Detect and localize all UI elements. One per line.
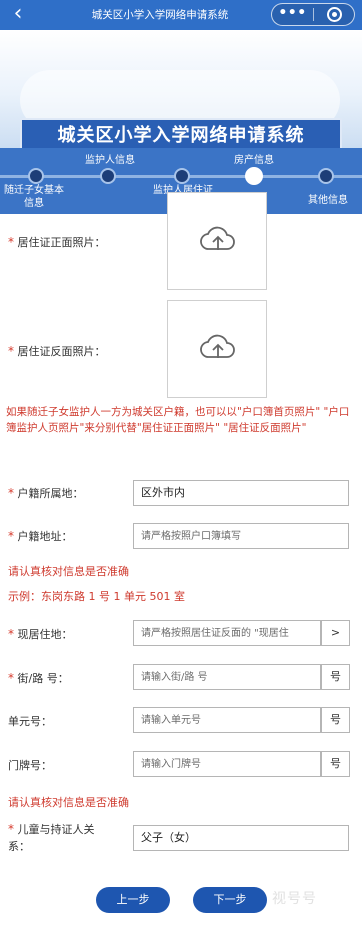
street-input[interactable]	[133, 664, 321, 690]
address-example: 示例：东岗东路 1 号 1 单元 501 室	[8, 590, 185, 603]
step-dot-basic-info	[28, 168, 44, 184]
next-step-button[interactable]: 下一步	[193, 887, 267, 913]
required-marker: *	[8, 822, 14, 836]
close-target-icon[interactable]	[327, 7, 342, 22]
cloud-upload-icon	[200, 226, 235, 250]
required-marker: *	[8, 529, 14, 543]
step-dot-guardian-info	[100, 168, 116, 184]
unit-input[interactable]	[133, 707, 321, 733]
mini-program-capsule: •••	[271, 3, 355, 26]
more-menu-button[interactable]: •••	[272, 4, 313, 25]
residence-back-label: * 居住证反面照片：	[8, 344, 106, 358]
step-dot-other-info	[318, 168, 334, 184]
hukou-substitute-notice: 如果随迁子女监护人一方为城关区户籍，也可以以"户口簿首页照片" "户口簿监护人页…	[6, 406, 350, 434]
step-label-other-info: 其他信息	[308, 195, 348, 206]
residence-front-upload[interactable]	[167, 192, 267, 290]
unit-label: 单元号：	[8, 715, 52, 728]
system-title-banner: 城关区小学入学网络申请系统	[20, 118, 342, 152]
step-dot-residence-permit	[174, 168, 190, 184]
window-title: 城关区小学入学网络申请系统	[91, 9, 229, 21]
step-label-basic-info: 随迁子女基本 信息	[4, 185, 64, 209]
required-marker: *	[8, 671, 14, 685]
residence-back-upload[interactable]	[167, 300, 267, 398]
top-navigation-bar: ‹ 城关区小学入学网络申请系统 •••	[0, 0, 362, 30]
relation-select[interactable]: 父子（女）	[133, 825, 349, 851]
capsule-divider	[313, 8, 314, 21]
step-label-guardian-info: 监护人信息	[85, 155, 135, 166]
hukou-location-label: * 户籍所属地：	[8, 486, 84, 500]
current-address-input[interactable]	[133, 620, 321, 646]
door-label: 门牌号：	[8, 759, 52, 772]
verify-hint-second: 请认真核对信息是否准确	[8, 796, 129, 809]
verify-hint: 请认真核对信息是否准确	[8, 565, 129, 578]
previous-step-button[interactable]: 上一步	[96, 887, 170, 913]
back-button[interactable]: ‹	[6, 2, 30, 28]
unit-suffix-button[interactable]: 号	[321, 707, 350, 733]
watermark: 视号号	[272, 891, 317, 907]
chevron-left-icon: ‹	[13, 1, 23, 26]
hukou-location-select[interactable]: 区外市内	[133, 480, 349, 506]
street-suffix-button[interactable]: 号	[321, 664, 350, 690]
required-marker: *	[8, 627, 14, 641]
page-header: 城关区小学入学网络申请系统 随迁子女基本 信息 监护人信息 监护人居住证 信息 …	[0, 30, 362, 214]
required-marker: *	[8, 486, 14, 500]
current-address-picker-button[interactable]: >	[321, 620, 350, 646]
cloud-upload-icon	[200, 334, 235, 358]
step-label-property-info: 房产信息	[234, 155, 274, 166]
hukou-address-label: * 户籍地址：	[8, 529, 73, 543]
residence-front-label: * 居住证正面照片：	[8, 235, 106, 249]
door-input[interactable]	[133, 751, 321, 777]
required-marker: *	[8, 344, 14, 358]
hukou-address-input[interactable]	[133, 523, 349, 549]
relation-label: * 儿童与持证人关 系：	[8, 822, 95, 853]
current-address-label: * 现居住地：	[8, 627, 73, 641]
street-label: * 街/路 号：	[8, 671, 69, 685]
door-suffix-button[interactable]: 号	[321, 751, 350, 777]
required-marker: *	[8, 235, 14, 249]
step-dot-property-info	[245, 167, 263, 185]
